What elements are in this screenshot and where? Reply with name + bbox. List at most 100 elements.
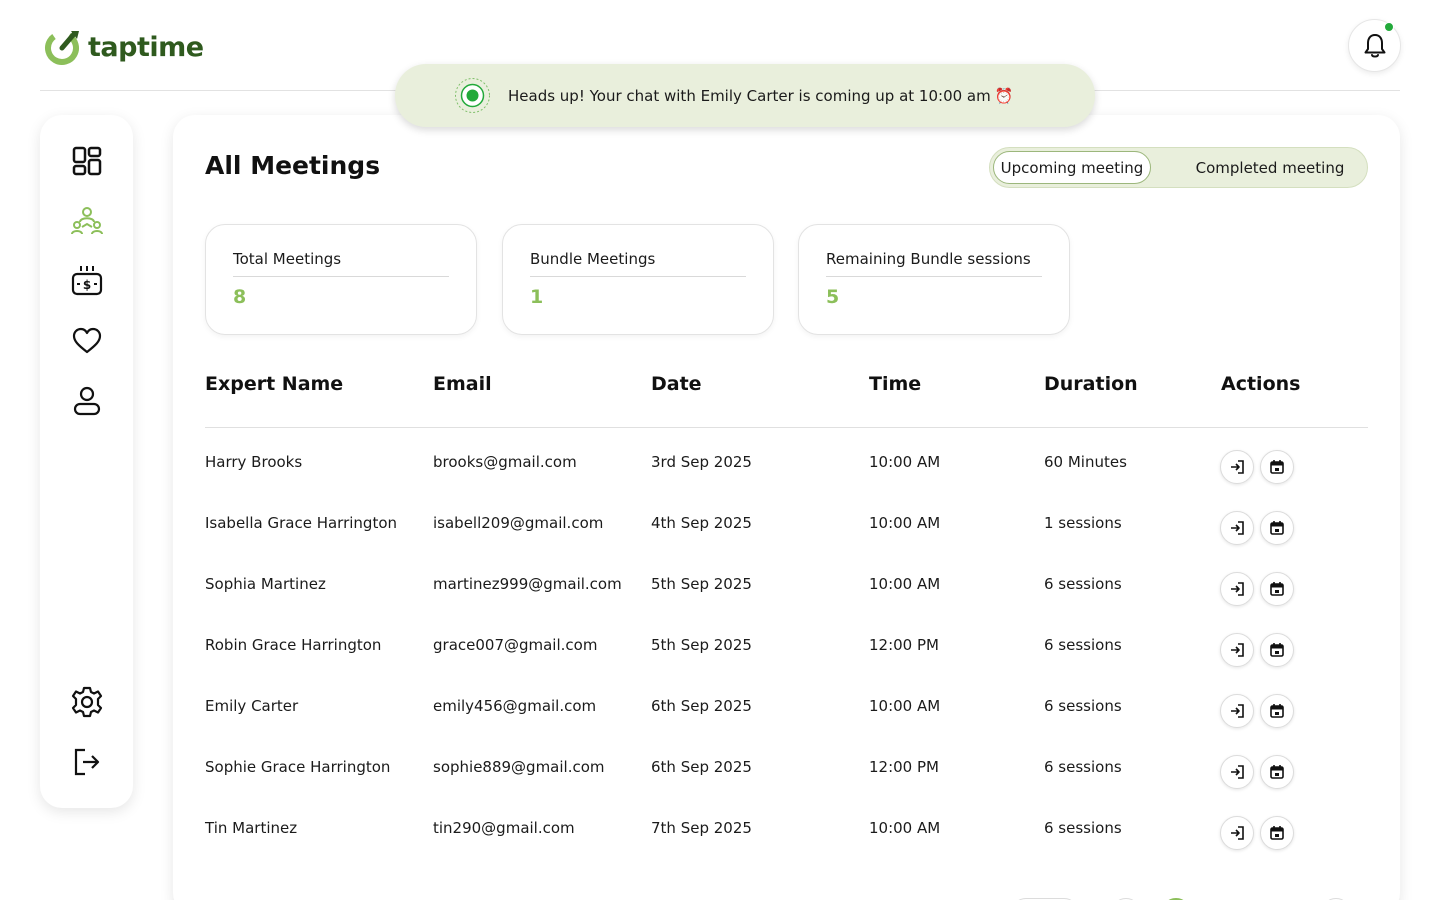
cell-email: martinez999@gmail.com [433,575,622,593]
app-page: taptime Heads up! Your chat with Emily C… [0,0,1440,900]
cell-date: 4th Sep 2025 [651,514,752,532]
table-row: Emily Carter emily456@gmail.com 6th Sep 20… [173,694,1400,758]
stat-label: Total Meetings [233,250,342,268]
sidebar-item-favorites[interactable] [40,318,133,364]
logout-icon [74,748,99,776]
table-row: Robin Grace Harrington grace007@gmail.com… [173,633,1400,697]
stat-divider [233,276,449,277]
cell-expert-name: Isabella Grace Harrington [205,514,398,532]
gear-icon [71,686,102,718]
cell-expert-name: Emily Carter [205,697,299,715]
join-meeting-button[interactable] [1220,511,1254,545]
cell-date: 7th Sep 2025 [651,819,752,837]
join-icon [1231,765,1244,779]
calendar-icon [1270,643,1284,657]
sidebar-item-settings[interactable] [40,679,133,725]
cell-time: 10:00 AM [869,575,941,593]
group-meeting-icon [70,207,103,235]
join-icon [1231,582,1244,596]
cell-email: sophie889@gmail.com [433,758,605,776]
tab-upcoming-meeting[interactable]: Upcoming meeting [993,151,1151,184]
alarm-clock-icon: ⏰ [994,86,1014,105]
reschedule-button[interactable] [1260,633,1294,667]
table-row: Tin Martinez tin290@gmail.com 7th Sep 2025… [173,816,1400,880]
table-row: Sophie Grace Harrington sophie889@gmail.c… [173,755,1400,819]
cell-expert-name: Harry Brooks [205,453,303,471]
logo[interactable]: taptime [44,28,204,66]
column-header-expert-name: Expert Name [205,373,344,395]
cell-duration: 6 sessions [1044,819,1122,837]
cell-duration: 1 sessions [1044,514,1122,532]
cell-time: 12:00 PM [869,758,939,776]
dashboard-grid-icon [72,146,101,176]
stat-divider [530,276,746,277]
cell-date: 5th Sep 2025 [651,636,752,654]
column-header-date: Date [651,373,702,395]
cell-duration: 6 sessions [1044,575,1122,593]
calendar-icon [1270,582,1284,596]
sidebar-item-meetings[interactable] [40,198,133,244]
column-header-email: Email [433,373,492,395]
reschedule-button[interactable] [1260,572,1294,606]
join-meeting-button[interactable] [1220,633,1254,667]
sidebar-item-logout[interactable] [40,739,133,785]
meeting-filter-toggle: Upcoming meeting Completed meeting [989,147,1368,188]
cell-email: brooks@gmail.com [433,453,577,471]
cell-email: isabell209@gmail.com [433,514,604,532]
join-icon [1231,460,1244,474]
cell-email: emily456@gmail.com [433,697,597,715]
stat-label: Remaining Bundle sessions [826,250,1031,268]
heart-icon [72,327,101,354]
cell-duration: 60 Minutes [1044,453,1127,471]
cell-time: 10:00 AM [869,514,941,532]
join-meeting-button[interactable] [1220,572,1254,606]
join-icon [1231,704,1244,718]
user-icon [73,386,100,416]
reschedule-button[interactable] [1260,816,1294,850]
reschedule-button[interactable] [1260,755,1294,789]
svg-text:$: $ [82,278,90,292]
table-row: Sophia Martinez martinez999@gmail.com 5th … [173,572,1400,636]
bell-icon [1364,33,1385,57]
join-meeting-button[interactable] [1220,694,1254,728]
cell-expert-name: Robin Grace Harrington [205,636,382,654]
reschedule-button[interactable] [1260,450,1294,484]
stat-value: 1 [530,286,544,308]
stat-card-remaining-bundle-sessions: Remaining Bundle sessions 5 [798,224,1070,335]
cell-expert-name: Tin Martinez [205,819,298,837]
logo-text: taptime [88,31,204,63]
stat-value: 8 [233,286,247,308]
sidebar-item-profile[interactable] [40,378,133,424]
table-row: Harry Brooks brooks@gmail.com 3rd Sep 2025… [173,450,1400,514]
cell-time: 12:00 PM [869,636,939,654]
column-header-time: Time [869,373,922,395]
cell-date: 6th Sep 2025 [651,697,752,715]
cell-date: 5th Sep 2025 [651,575,752,593]
table-row: Isabella Grace Harrington isabell209@gmai… [173,511,1400,575]
cell-duration: 6 sessions [1044,636,1122,654]
table-header-divider [205,427,1368,428]
cell-expert-name: Sophia Martinez [205,575,326,593]
cell-email: tin290@gmail.com [433,819,575,837]
join-meeting-button[interactable] [1220,816,1254,850]
cell-expert-name: Sophie Grace Harrington [205,758,391,776]
reschedule-button[interactable] [1260,694,1294,728]
meetings-panel: All Meetings Upcoming meeting Completed … [173,115,1400,900]
cell-duration: 6 sessions [1044,758,1122,776]
toast-message: Heads up! Your chat with Emily Carter is… [508,86,991,105]
live-indicator-icon [455,78,490,113]
tab-completed-meeting[interactable]: Completed meeting [1182,151,1358,184]
column-header-duration: Duration [1044,373,1138,395]
sidebar-item-payments[interactable]: $ [40,258,133,304]
reschedule-button[interactable] [1260,511,1294,545]
cell-date: 6th Sep 2025 [651,758,752,776]
stat-divider [826,276,1042,277]
meeting-reminder-toast: Heads up! Your chat with Emily Carter is… [395,64,1095,127]
calendar-icon [1270,460,1284,474]
notifications-button[interactable] [1348,19,1401,72]
unread-indicator [1384,22,1394,32]
join-meeting-button[interactable] [1220,450,1254,484]
calendar-icon [1270,765,1284,779]
join-meeting-button[interactable] [1220,755,1254,789]
sidebar-item-dashboard[interactable] [40,138,133,184]
